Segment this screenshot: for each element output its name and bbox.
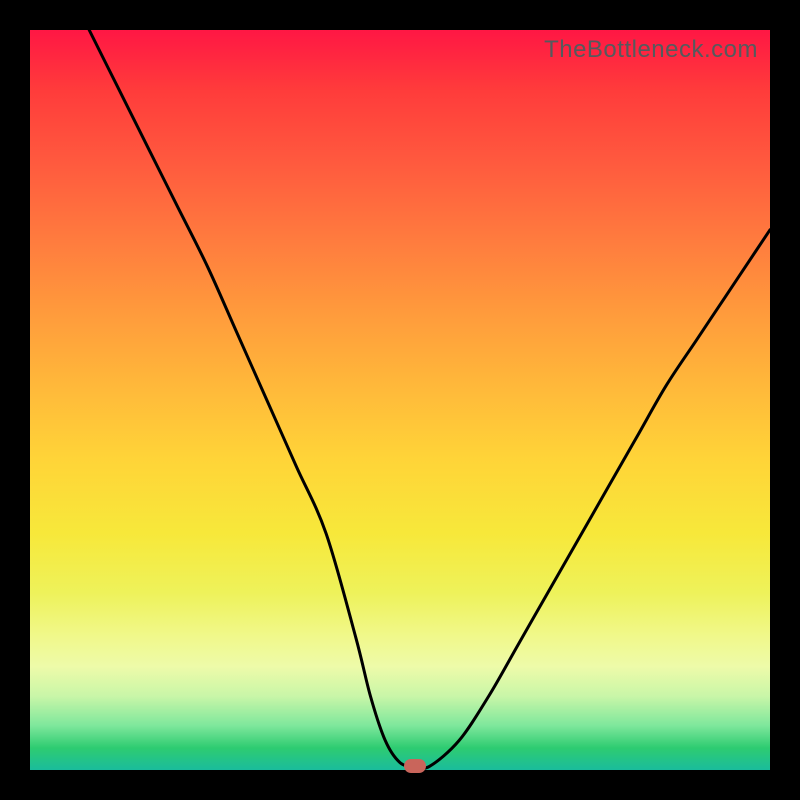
plot-area: TheBottleneck.com — [30, 30, 770, 770]
bottleneck-curve — [30, 30, 770, 770]
chart-frame: TheBottleneck.com — [0, 0, 800, 800]
bottleneck-minimum-marker — [404, 759, 426, 773]
